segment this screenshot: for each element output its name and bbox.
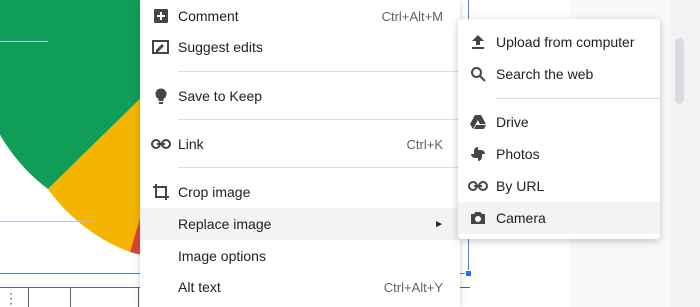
menu-item-shortcut: Ctrl+Alt+Y xyxy=(383,279,443,295)
drive-icon xyxy=(468,112,488,132)
upload-icon xyxy=(468,32,488,52)
submenu-item-drive[interactable]: Drive xyxy=(458,106,660,138)
menu-item-label: Replace image xyxy=(178,216,272,232)
chart-gridline xyxy=(0,41,48,42)
replace-image-submenu: Upload from computer Search the web Driv… xyxy=(458,19,660,239)
submenu-item-label: Search the web xyxy=(496,66,594,82)
menu-item-label: Comment xyxy=(178,8,239,24)
submenu-item-upload-from-computer[interactable]: Upload from computer xyxy=(458,26,660,58)
submenu-item-label: By URL xyxy=(496,178,545,194)
submenu-arrow-icon: ► xyxy=(434,218,444,230)
menu-item-suggest-edits[interactable]: Suggest edits xyxy=(140,31,460,63)
crop-icon xyxy=(151,182,171,202)
submenu-item-label: Drive xyxy=(496,114,529,130)
submenu-item-camera[interactable]: Camera xyxy=(458,202,660,234)
menu-item-save-to-keep[interactable]: Save to Keep xyxy=(140,80,460,112)
suggest-edits-icon xyxy=(151,37,171,57)
menu-item-alt-text[interactable]: Alt text Ctrl+Alt+Y xyxy=(140,271,460,303)
menu-separator xyxy=(496,98,660,99)
resize-handle[interactable] xyxy=(465,270,472,277)
menu-item-comment[interactable]: Comment Ctrl+Alt+M xyxy=(140,0,460,32)
menu-separator xyxy=(178,71,460,72)
keep-bulb-icon xyxy=(151,86,171,106)
submenu-item-label: Upload from computer xyxy=(496,34,635,50)
search-icon xyxy=(468,64,488,84)
menu-item-image-options[interactable]: Image options xyxy=(140,240,460,272)
chart-gridline xyxy=(0,221,92,222)
context-menu: Comment Ctrl+Alt+M Suggest edits Save to… xyxy=(140,0,460,307)
submenu-item-by-url[interactable]: By URL xyxy=(458,170,660,202)
comment-icon xyxy=(151,6,171,26)
menu-item-shortcut: Ctrl+K xyxy=(406,136,443,152)
link-icon xyxy=(468,176,488,196)
camera-icon xyxy=(468,208,488,228)
link-icon xyxy=(151,134,171,154)
photos-pinwheel-icon xyxy=(468,144,488,164)
more-vert-icon[interactable]: ⋮ xyxy=(4,290,18,307)
menu-item-label: Suggest edits xyxy=(178,39,263,55)
menu-item-link[interactable]: Link Ctrl+K xyxy=(140,128,460,160)
scrollbar-thumb[interactable] xyxy=(675,38,684,104)
menu-separator xyxy=(178,119,460,120)
menu-item-label: Alt text xyxy=(178,279,221,295)
menu-separator xyxy=(178,167,460,168)
submenu-item-photos[interactable]: Photos xyxy=(458,138,660,170)
submenu-item-label: Photos xyxy=(496,146,540,162)
menu-item-label: Save to Keep xyxy=(178,88,263,104)
menu-item-shortcut: Ctrl+Alt+M xyxy=(381,8,443,24)
menu-item-label: Crop image xyxy=(178,184,251,200)
submenu-item-label: Camera xyxy=(496,210,546,226)
menu-item-crop-image[interactable]: Crop image xyxy=(140,176,460,208)
menu-item-replace-image[interactable]: Replace image ► xyxy=(140,208,460,240)
menu-item-label: Image options xyxy=(178,248,266,264)
menu-item-label: Link xyxy=(178,136,204,152)
submenu-item-search-the-web[interactable]: Search the web xyxy=(458,58,660,90)
